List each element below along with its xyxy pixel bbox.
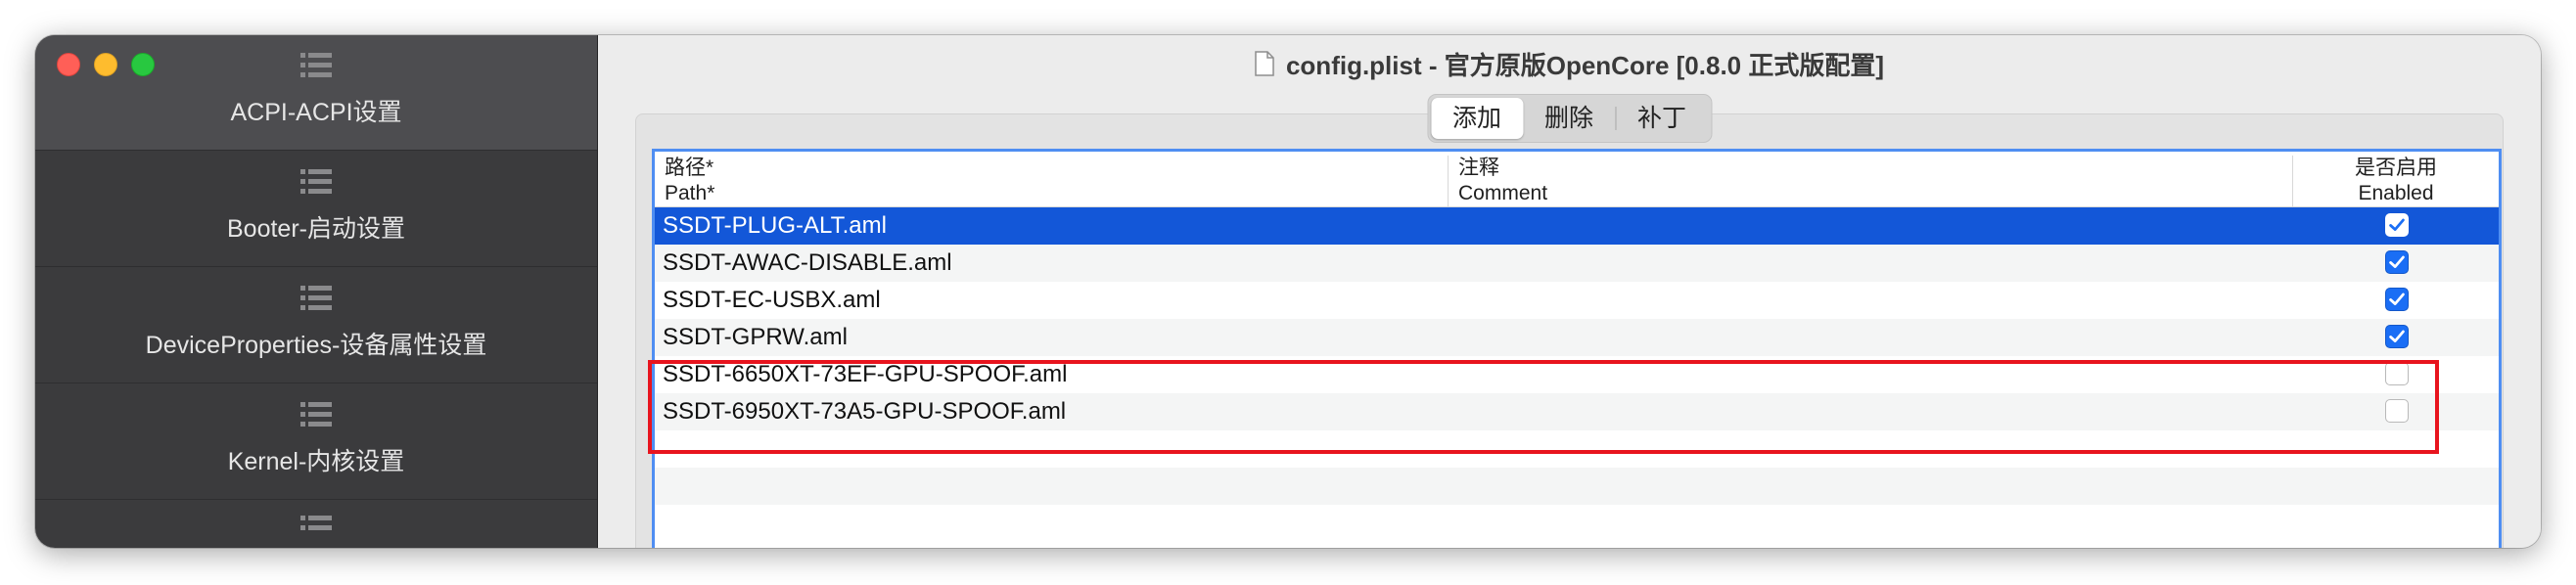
table-row[interactable]: SSDT-PLUG-ALT.aml <box>655 207 2499 245</box>
header-label: 路径* <box>665 157 714 179</box>
zoom-button[interactable] <box>131 53 155 76</box>
enabled-checkbox[interactable] <box>2385 250 2409 274</box>
path-cell: SSDT-6650XT-73EF-GPU-SPOOF.aml <box>663 361 1068 387</box>
minimize-button[interactable] <box>94 53 117 76</box>
column-header-path[interactable]: 路径* Path* <box>665 156 714 206</box>
table-row[interactable] <box>655 430 2499 468</box>
app-window: ACPI-ACPI设置 Booter-启动设置 DeviceProperties… <box>35 35 2541 548</box>
sidebar-item-label: Kernel-内核设置 <box>227 448 405 475</box>
path-cell: SSDT-PLUG-ALT.aml <box>663 212 887 239</box>
patch-tab[interactable]: 补丁 <box>1616 98 1708 139</box>
table-header: 路径* Path* 注释 Comment 是否启用 Enabled <box>655 152 2499 207</box>
list-icon <box>300 402 332 427</box>
table-row[interactable]: SSDT-GPRW.aml <box>655 319 2499 356</box>
list-icon <box>300 516 332 530</box>
column-header-comment[interactable]: 注释 Comment <box>1448 156 1547 206</box>
list-icon <box>300 169 332 194</box>
checkmark-icon <box>2389 255 2405 268</box>
header-label: Enabled <box>2358 182 2434 204</box>
checkmark-icon <box>2389 292 2405 305</box>
enabled-checkbox[interactable] <box>2385 362 2409 385</box>
table-row[interactable]: SSDT-6950XT-73A5-GPU-SPOOF.aml <box>655 393 2499 430</box>
table-row[interactable]: SSDT-6650XT-73EF-GPU-SPOOF.aml <box>655 356 2499 393</box>
header-label: Path* <box>665 182 715 204</box>
table-row[interactable] <box>655 505 2499 542</box>
document-icon <box>1255 51 1274 76</box>
list-icon <box>300 53 332 77</box>
path-cell: SSDT-AWAC-DISABLE.aml <box>663 249 952 276</box>
list-icon <box>300 286 332 310</box>
column-header-enabled[interactable]: 是否启用 Enabled <box>2292 156 2499 206</box>
path-cell: SSDT-6950XT-73A5-GPU-SPOOF.aml <box>663 398 1067 425</box>
sidebar-item-deviceproperties[interactable]: DeviceProperties-设备属性设置 <box>35 268 597 383</box>
sidebar-item-label: DeviceProperties-设备属性设置 <box>145 332 487 359</box>
header-label: 注释 <box>1458 157 1499 179</box>
enabled-checkbox[interactable] <box>2385 399 2409 423</box>
path-cell: SSDT-EC-USBX.aml <box>663 287 881 313</box>
window-title: config.plist - 官方原版OpenCore [0.8.0 正式版配置… <box>1285 50 1885 80</box>
enabled-checkbox[interactable] <box>2385 325 2409 348</box>
title-bar: config.plist - 官方原版OpenCore [0.8.0 正式版配置… <box>598 35 2541 92</box>
sidebar-item-booter[interactable]: Booter-启动设置 <box>35 152 597 267</box>
table-row[interactable]: SSDT-AWAC-DISABLE.aml <box>655 245 2499 282</box>
acpi-add-table: 路径* Path* 注释 Comment 是否启用 Enabled SSDT-P… <box>652 149 2502 548</box>
add-tab[interactable]: 添加 <box>1430 98 1523 139</box>
window-controls <box>57 53 155 76</box>
path-cell: SSDT-GPRW.aml <box>663 324 848 350</box>
table-row[interactable] <box>655 468 2499 505</box>
table-row[interactable]: SSDT-EC-USBX.aml <box>655 282 2499 319</box>
header-label: 是否启用 <box>2355 157 2437 179</box>
header-label: Comment <box>1458 182 1548 204</box>
sidebar-item-label: Booter-启动设置 <box>227 215 405 243</box>
main-area: config.plist - 官方原版OpenCore [0.8.0 正式版配置… <box>598 35 2541 548</box>
delete-tab[interactable]: 删除 <box>1523 98 1615 139</box>
sidebar-item-label: ACPI-ACPI设置 <box>230 99 402 126</box>
close-button[interactable] <box>57 53 80 76</box>
segmented-control: 添加 删除 补丁 <box>1426 94 1713 143</box>
checkmark-icon <box>2389 218 2405 231</box>
enabled-checkbox[interactable] <box>2385 213 2409 237</box>
table-body: SSDT-PLUG-ALT.aml SSDT-AWAC-DISABLE.aml SS… <box>655 207 2499 542</box>
enabled-checkbox[interactable] <box>2385 288 2409 311</box>
sidebar: ACPI-ACPI设置 Booter-启动设置 DeviceProperties… <box>35 35 598 548</box>
checkmark-icon <box>2389 330 2405 342</box>
sidebar-item-kernel[interactable]: Kernel-内核设置 <box>35 384 597 500</box>
sidebar-item-next[interactable] <box>35 501 597 548</box>
